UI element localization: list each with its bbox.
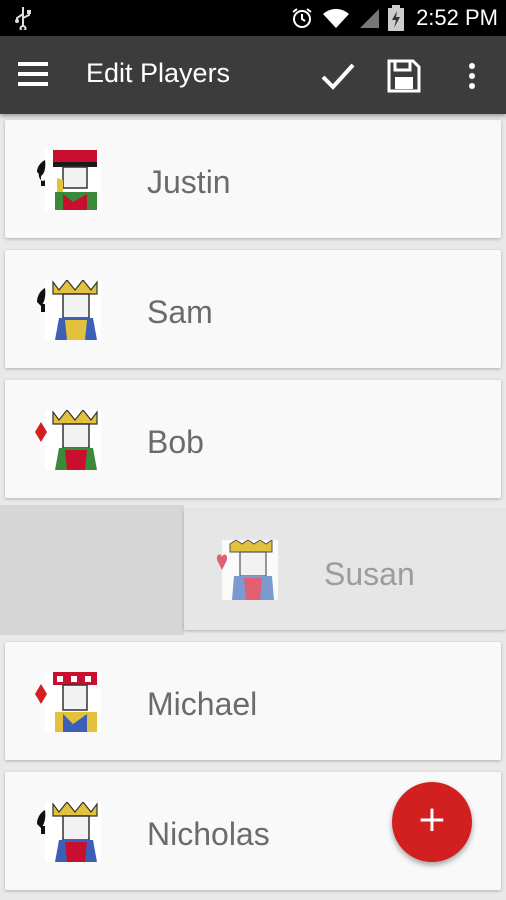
player-row-sam[interactable]: Sam: [5, 250, 501, 368]
hamburger-menu-icon[interactable]: [18, 58, 58, 92]
usb-icon: [15, 7, 31, 30]
save-button[interactable]: [382, 54, 426, 98]
queen-of-hearts-icon: [216, 540, 278, 600]
player-name: Bob: [147, 424, 204, 460]
add-player-button[interactable]: +: [392, 782, 472, 862]
king-of-spades-icon: [37, 280, 101, 340]
check-icon: [321, 63, 355, 90]
overflow-menu-button[interactable]: [450, 54, 494, 98]
status-time: 2:52 PM: [416, 5, 498, 30]
add-icon: +: [416, 799, 448, 840]
signal-icon: [360, 9, 380, 28]
overflow-menu-icon: [469, 63, 475, 89]
confirm-button[interactable]: [316, 54, 360, 98]
save-icon: [387, 59, 421, 93]
player-name: Nicholas: [147, 816, 270, 852]
drop-placeholder: [0, 505, 184, 635]
battery-charging-icon: [388, 5, 405, 31]
king-of-diamonds-icon: [35, 410, 101, 470]
player-name: Sam: [147, 294, 213, 330]
alarm-icon: [292, 8, 312, 28]
page-title: Edit Players: [86, 58, 231, 88]
wifi-icon: [323, 8, 350, 28]
player-row-bob[interactable]: Bob: [5, 380, 501, 498]
player-row-michael[interactable]: Michael: [5, 642, 501, 760]
player-name: Susan: [324, 556, 415, 592]
app-toolbar: Edit Players: [0, 36, 506, 114]
player-name: Justin: [147, 164, 231, 200]
jack-of-spades-icon: [37, 150, 101, 210]
player-row-susan[interactable]: Susan: [184, 510, 506, 630]
king-of-spades-icon: [37, 802, 101, 862]
status-bar: 2:52 PM: [0, 0, 506, 36]
player-name: Michael: [147, 686, 258, 722]
player-row-justin[interactable]: Justin: [5, 120, 501, 238]
jack-of-diamonds-icon: [35, 672, 101, 732]
